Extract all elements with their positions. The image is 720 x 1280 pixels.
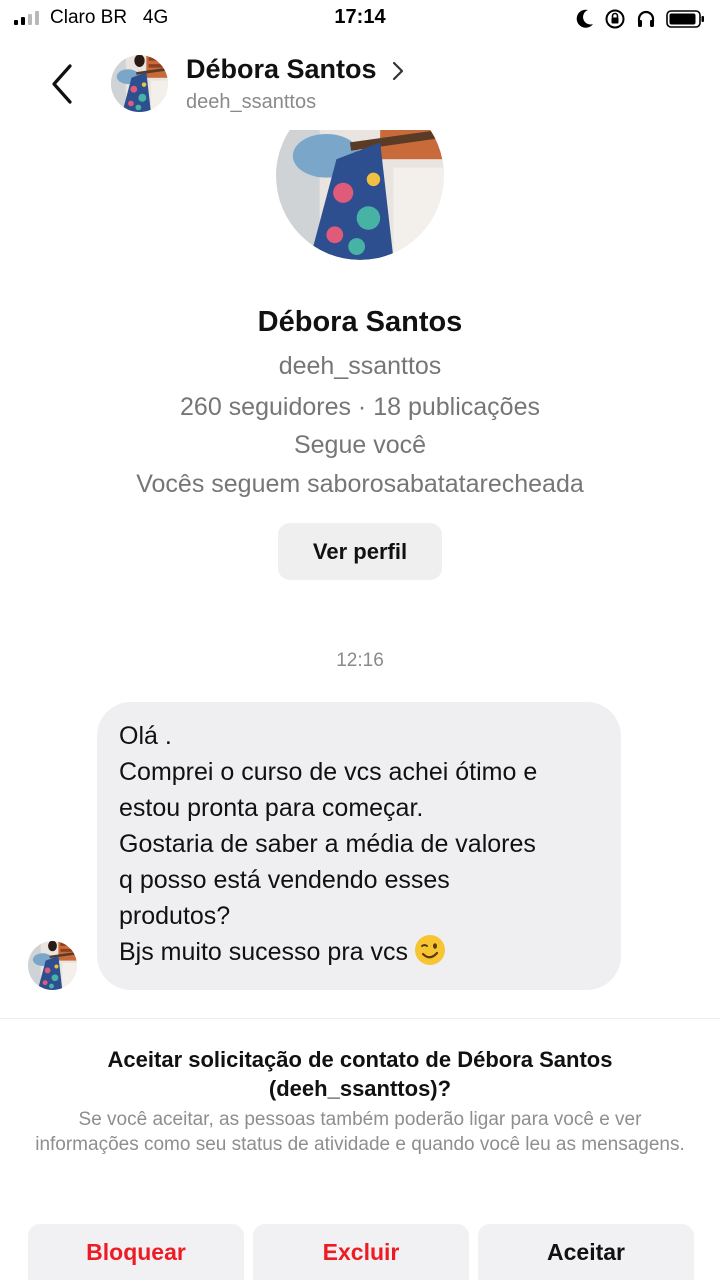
header-avatar[interactable] bbox=[111, 55, 168, 112]
back-button[interactable] bbox=[46, 62, 82, 106]
block-button[interactable]: Bloquear bbox=[28, 1224, 244, 1280]
header-username: deeh_ssanttos bbox=[186, 91, 317, 113]
message-line: q posso está vendendo esses bbox=[119, 866, 450, 894]
rotation-lock-icon bbox=[605, 9, 625, 29]
follows-you-label: Segue você bbox=[293, 431, 427, 459]
message-text: Bjs muito sucesso pra vcs bbox=[119, 938, 408, 966]
mutual-follows-label: Vocês seguem saborosabatatarecheada bbox=[136, 470, 584, 498]
message-line: Comprei o curso de vcs achei ótimo e bbox=[119, 758, 538, 786]
message-bubble[interactable]: Olá . Comprei o curso de vcs achei ótimo… bbox=[97, 702, 621, 990]
request-actions: Bloquear Excluir Aceitar bbox=[28, 1224, 694, 1280]
message-line: Gostaria de saber a média de valores bbox=[119, 830, 536, 858]
chevron-right-icon[interactable] bbox=[391, 60, 405, 87]
header-name[interactable]: Débora Santos bbox=[186, 54, 377, 85]
chat-header: Débora Santos deeh_ssanttos bbox=[0, 44, 720, 124]
divider bbox=[0, 1018, 720, 1019]
request-title: Aceitar solicitação de contato de Débora… bbox=[107, 1047, 613, 1101]
status-icons bbox=[576, 8, 706, 30]
view-profile-button[interactable]: Ver perfil bbox=[278, 523, 442, 580]
moon-icon bbox=[576, 9, 593, 28]
message-line-last: Bjs muito sucesso pra vcs bbox=[119, 934, 599, 970]
request-description: Se você aceitar, as pessoas também poder… bbox=[35, 1109, 685, 1155]
profile-avatar[interactable] bbox=[276, 130, 444, 260]
message-line: Olá . bbox=[119, 722, 172, 750]
delete-button[interactable]: Excluir bbox=[253, 1224, 469, 1280]
message-line: produtos? bbox=[119, 902, 231, 930]
profile-stats: 260 seguidores · 18 publicações bbox=[180, 393, 540, 421]
message-timestamp: 12:16 bbox=[336, 650, 384, 671]
status-bar: Claro BR 4G 17:14 bbox=[0, 0, 720, 38]
message-line: estou pronta para começar. bbox=[119, 794, 424, 822]
profile-name: Débora Santos bbox=[257, 306, 463, 338]
accept-button[interactable]: Aceitar bbox=[478, 1224, 694, 1280]
battery-icon bbox=[666, 10, 704, 28]
back-chevron-icon bbox=[52, 64, 72, 104]
headphones-icon bbox=[637, 10, 655, 27]
winking-face-emoji bbox=[415, 935, 445, 965]
profile-username: deeh_ssanttos bbox=[278, 352, 442, 380]
message-sender-avatar[interactable] bbox=[28, 941, 77, 990]
